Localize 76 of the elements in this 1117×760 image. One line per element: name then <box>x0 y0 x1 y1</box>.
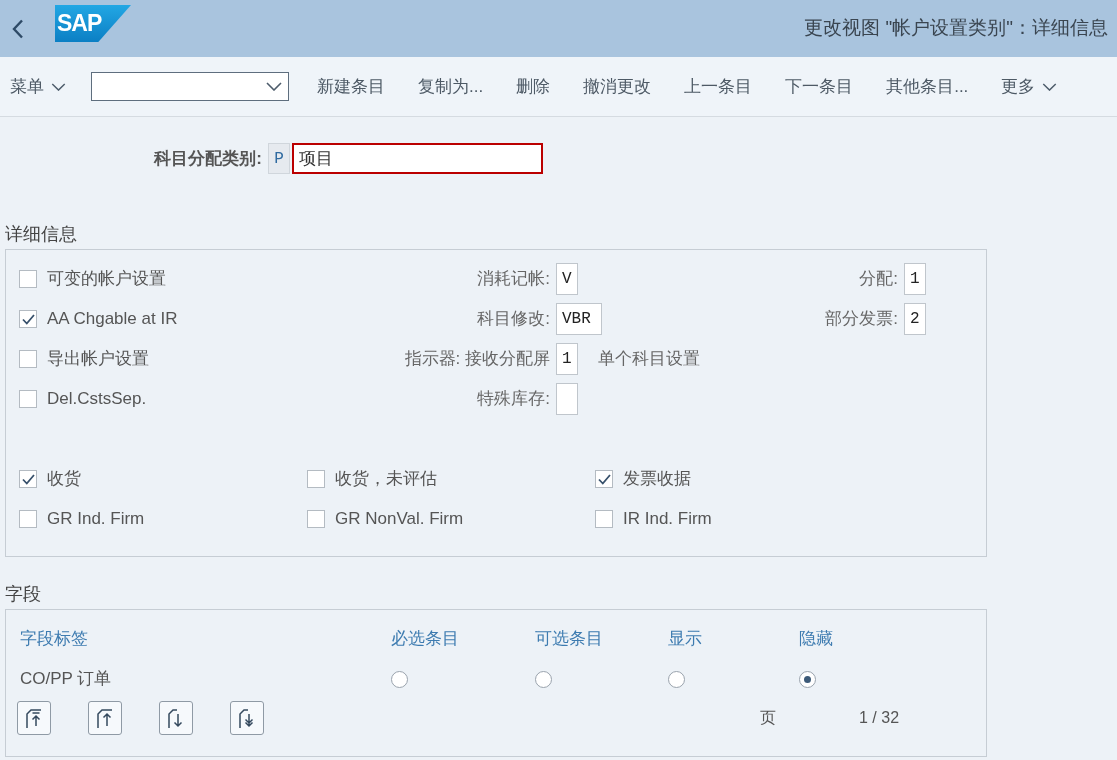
checkbox[interactable] <box>307 510 325 528</box>
toolbar-button[interactable]: 下一条目 <box>785 73 854 100</box>
toolbar-button[interactable]: 撤消更改 <box>583 73 652 100</box>
checkbox[interactable] <box>19 390 37 408</box>
column-header: 字段标签 <box>20 628 88 651</box>
column-header: 可选条目 <box>535 628 603 651</box>
page-indicator: 1 / 32 <box>859 708 900 728</box>
code-field: P <box>268 143 290 174</box>
first-page-button[interactable] <box>17 701 51 735</box>
checkbox[interactable] <box>19 510 37 528</box>
checkbox-label: AA Chgable at IR <box>47 308 178 331</box>
column-header: 必选条目 <box>391 628 459 651</box>
checkbox-label: GR Ind. Firm <box>47 508 145 531</box>
check-icon <box>597 473 611 485</box>
radio-button[interactable] <box>668 670 685 688</box>
window-title: 更改视图 "帐户设置类别"：详细信息 <box>804 16 1108 41</box>
caret-icon <box>266 82 282 91</box>
toolbar-button[interactable]: 上一条目 <box>684 73 753 100</box>
checkbox[interactable] <box>595 510 613 528</box>
input-field[interactable]: V <box>556 263 578 295</box>
field-label: 部分发票: <box>825 308 898 331</box>
field-label: 消耗记帐: <box>477 268 550 291</box>
checkbox-label: 发票收据 <box>623 468 691 491</box>
field-description: 单个科目设置 <box>598 348 700 371</box>
menu-button[interactable]: 更多 <box>1001 73 1058 100</box>
document-up-bar-icon <box>24 707 44 729</box>
checkbox-label: Del.CstsSep. <box>47 388 147 411</box>
row-label: CO/PP 订单 <box>20 668 112 691</box>
next-page-button[interactable] <box>159 701 193 735</box>
back-icon <box>12 18 24 39</box>
pager-label: 页 <box>760 708 776 728</box>
toolbar-button[interactable]: 新建条目 <box>317 73 385 100</box>
checkbox[interactable] <box>19 470 37 488</box>
back-button[interactable] <box>11 17 25 40</box>
checkbox[interactable] <box>19 270 37 288</box>
logo: SAP <box>55 5 131 42</box>
field-label: 特殊库存: <box>477 388 550 411</box>
field-label: 科目修改: <box>477 308 550 331</box>
input-field[interactable] <box>556 383 578 415</box>
document-up-arrow-icon <box>95 707 115 729</box>
last-page-button[interactable] <box>230 701 264 735</box>
input-field[interactable]: VBR <box>556 303 602 335</box>
section-title: 字段 <box>5 584 41 604</box>
previous-page-button[interactable] <box>88 701 122 735</box>
checkbox-label: 导出帐户设置 <box>47 348 149 371</box>
dropdown-field[interactable] <box>91 72 289 101</box>
checkbox[interactable] <box>19 350 37 368</box>
check-icon <box>21 313 35 325</box>
toolbar-button[interactable]: 复制为... <box>418 73 484 100</box>
checkbox-label: IR Ind. Firm <box>623 508 712 531</box>
toolbar-button[interactable]: 删除 <box>516 73 551 100</box>
caret-icon <box>1042 82 1058 91</box>
input-field[interactable]: 1 <box>904 263 926 295</box>
radio-button[interactable] <box>535 670 552 688</box>
checkbox[interactable] <box>307 470 325 488</box>
description-field[interactable]: 项目 <box>292 143 543 174</box>
checkbox[interactable] <box>595 470 613 488</box>
input-field[interactable]: 1 <box>556 343 578 375</box>
checkbox-label: GR NonVal. Firm <box>335 508 464 531</box>
toolbar-button[interactable]: 其他条目... <box>886 73 969 100</box>
checkbox[interactable] <box>19 310 37 328</box>
field-label: 指示器: 接收分配屏 <box>404 348 550 371</box>
column-header: 隐藏 <box>799 628 833 651</box>
section-title: 详细信息 <box>5 224 77 244</box>
checkbox-label: 可变的帐户设置 <box>47 268 166 291</box>
menu-button[interactable]: 菜单 <box>10 73 66 100</box>
radio-button[interactable] <box>799 670 816 688</box>
checkbox-label: 收货 <box>47 468 81 491</box>
field-label: 分配: <box>859 268 898 291</box>
caret-icon <box>51 82 66 91</box>
check-icon <box>21 473 35 485</box>
input-field[interactable]: 2 <box>904 303 926 335</box>
column-header: 显示 <box>668 628 702 651</box>
checkbox-label: 收货，未评估 <box>335 468 437 491</box>
field-label: 科目分配类别: <box>154 147 262 170</box>
radio-button[interactable] <box>391 670 408 688</box>
